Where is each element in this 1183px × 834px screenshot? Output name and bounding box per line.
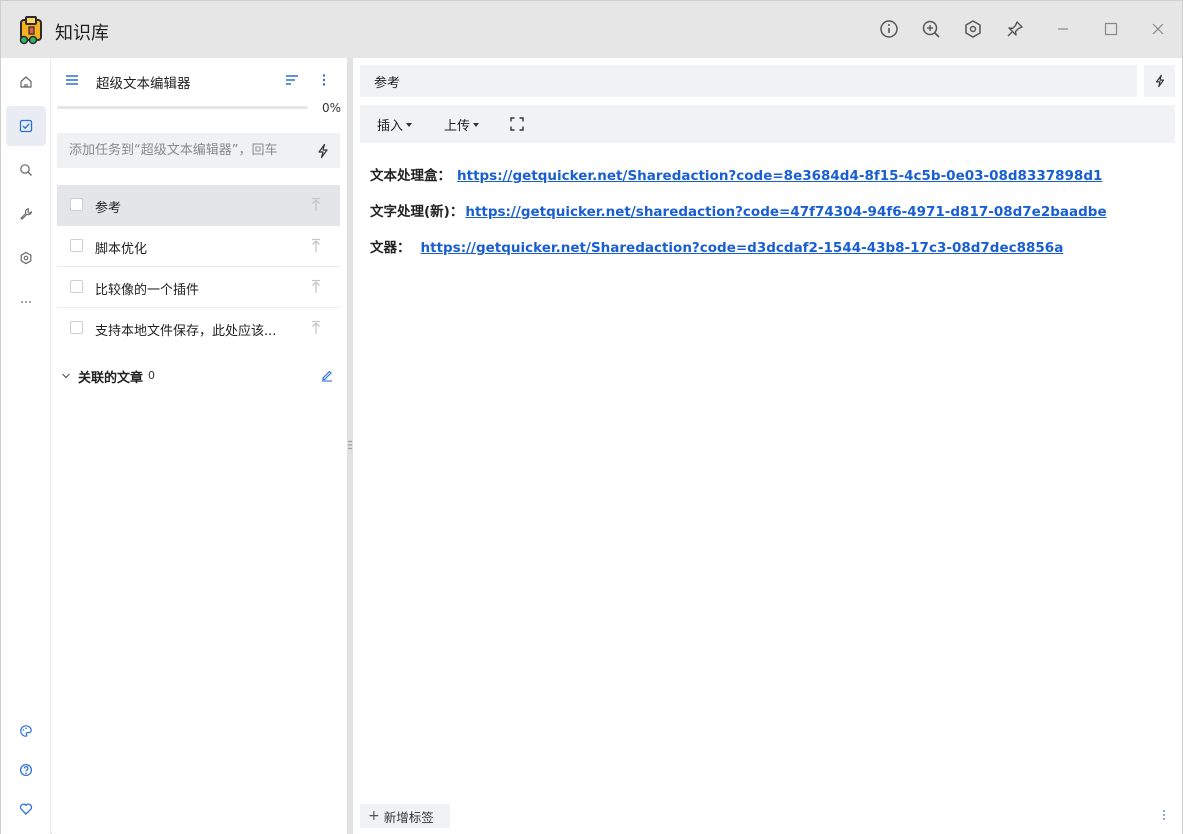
zoom-in-icon[interactable] — [920, 18, 942, 40]
caret-down-icon — [406, 122, 413, 127]
add-tag-button[interactable]: + 新增标签 — [360, 804, 450, 828]
line-label: 文本处理盒： — [370, 168, 451, 184]
info-icon[interactable] — [878, 18, 900, 40]
task-progress-percent: 0% — [322, 101, 342, 115]
settings-icon[interactable] — [6, 238, 46, 278]
minimize-icon[interactable] — [1052, 18, 1074, 40]
sort-icon[interactable] — [284, 72, 300, 88]
related-articles-section[interactable]: 关联的文章 0 — [57, 365, 340, 387]
caret-down-icon — [473, 122, 480, 127]
app-logo-icon — [19, 16, 42, 45]
task-row[interactable]: 支持本地文件保存，此处应该... — [57, 308, 340, 349]
task-label: 参考 — [95, 201, 122, 216]
home-icon[interactable] — [6, 62, 46, 102]
close-icon[interactable] — [1147, 18, 1169, 40]
related-articles-title: 关联的文章 — [78, 371, 144, 386]
more-vertical-icon[interactable] — [316, 72, 332, 88]
fullscreen-icon[interactable] — [509, 116, 525, 132]
plus-icon: + — [368, 808, 380, 824]
related-articles-count: 0 — [148, 369, 155, 382]
task-label: 脚本优化 — [95, 242, 148, 257]
lightning-icon — [1155, 74, 1164, 88]
shared-action-link[interactable]: https://getquicker.net/Sharedaction?code… — [457, 168, 1102, 184]
task-row[interactable]: 比较像的一个插件 — [57, 267, 340, 308]
app-title: 知识库 — [55, 23, 109, 44]
task-label: 比较像的一个插件 — [95, 283, 200, 298]
task-checkbox[interactable] — [70, 198, 83, 211]
quick-action-button[interactable] — [1144, 65, 1175, 97]
edit-icon[interactable] — [320, 368, 334, 382]
insert-label: 插入 — [377, 119, 404, 134]
app-window: 知识库 超级文本编辑器 0% 添加任务到“超级文本编辑器”，回车 参考 脚本优化… — [0, 0, 1183, 834]
hamburger-menu-icon[interactable] — [64, 72, 80, 88]
editor-toolbar: 插入 上传 — [360, 105, 1175, 143]
insert-dropdown[interactable]: 插入 — [377, 115, 413, 134]
pin-to-top-icon[interactable] — [309, 320, 323, 336]
add-task-input[interactable] — [57, 133, 340, 168]
lightning-icon[interactable] — [315, 143, 331, 159]
content-line: 文器： https://getquicker.net/Sharedaction?c… — [370, 236, 1170, 272]
palette-icon[interactable] — [6, 711, 46, 751]
content-line: 文本处理盒： https://getquicker.net/Sharedactio… — [370, 164, 1170, 200]
task-checkbox[interactable] — [70, 321, 83, 334]
task-checkbox[interactable] — [70, 239, 83, 252]
task-check-icon[interactable] — [6, 106, 46, 146]
heart-icon[interactable] — [6, 789, 46, 829]
pin-icon[interactable] — [1004, 18, 1026, 40]
task-panel: 超级文本编辑器 0% 参考 脚本优化 比较像的一个插件 — [52, 58, 347, 834]
title-bar: 知识库 — [1, 1, 1182, 58]
task-list: 参考 脚本优化 比较像的一个插件 支持本地文件保存，此处应该... — [57, 185, 340, 349]
shared-action-link[interactable]: https://getquicker.net/sharedaction?code… — [465, 204, 1106, 220]
shared-action-link[interactable]: https://getquicker.net/Sharedaction?code… — [421, 240, 1064, 256]
search-icon[interactable] — [6, 150, 46, 190]
task-row[interactable]: 脚本优化 — [57, 226, 340, 267]
settings-hex-icon[interactable] — [962, 18, 984, 40]
line-label: 文器： — [370, 240, 411, 256]
pin-to-top-icon[interactable] — [309, 279, 323, 295]
drag-handle-icon[interactable] — [348, 440, 352, 450]
line-label: 文字处理(新)： — [370, 204, 464, 220]
task-list-title: 超级文本编辑器 — [96, 76, 191, 92]
more-vertical-icon[interactable] — [1161, 808, 1167, 822]
task-progress-bar — [57, 106, 308, 109]
maximize-icon[interactable] — [1100, 18, 1122, 40]
note-editor: 插入 上传 文本处理盒： https://getquicker.net/Share… — [353, 58, 1182, 834]
task-checkbox[interactable] — [70, 280, 83, 293]
upload-label: 上传 — [444, 119, 471, 134]
task-panel-header: 超级文本编辑器 — [52, 58, 347, 104]
add-tag-label: 新增标签 — [383, 809, 434, 825]
pin-to-top-icon[interactable] — [309, 197, 323, 213]
upload-dropdown[interactable]: 上传 — [444, 115, 480, 134]
more-horizontal-icon[interactable] — [6, 282, 46, 322]
note-title-input[interactable] — [360, 65, 1137, 97]
note-content[interactable]: 文本处理盒： https://getquicker.net/Sharedactio… — [370, 164, 1170, 272]
chevron-down-icon[interactable] — [60, 370, 72, 382]
content-line: 文字处理(新)： https://getquicker.net/sharedact… — [370, 200, 1170, 236]
task-label: 支持本地文件保存，此处应该... — [95, 324, 277, 339]
pin-to-top-icon[interactable] — [309, 238, 323, 254]
task-row[interactable]: 参考 — [57, 185, 340, 226]
wrench-icon[interactable] — [6, 194, 46, 234]
nav-rail — [1, 58, 51, 834]
help-icon[interactable] — [6, 750, 46, 790]
